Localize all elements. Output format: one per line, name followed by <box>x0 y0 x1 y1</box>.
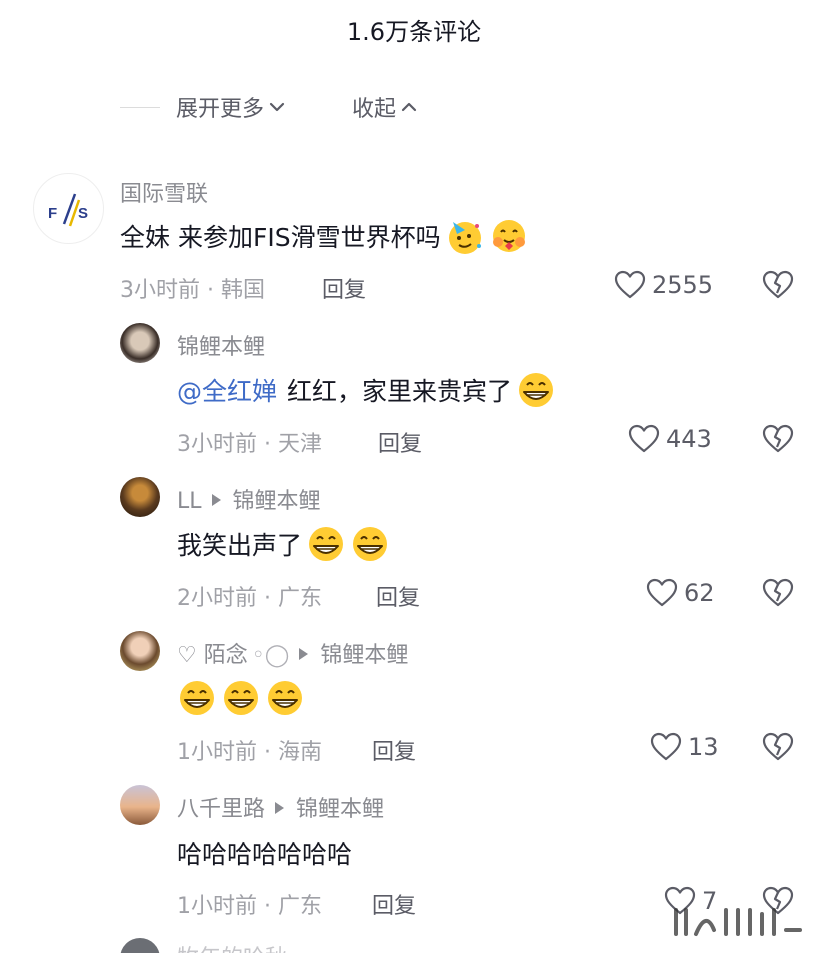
reply-username-row[interactable]: 八千里路 锦鲤本鲤 <box>177 791 384 823</box>
reply-arrow-icon <box>211 494 221 506</box>
like-count: 2555 <box>652 271 714 299</box>
reply-text-body: 哈哈哈哈哈哈哈 <box>177 840 353 869</box>
avatar-fis[interactable]: F S <box>33 173 104 244</box>
divider-line <box>120 106 160 108</box>
grin-emoji-icon <box>221 678 261 718</box>
grin-emoji-icon <box>350 524 390 564</box>
chevron-down-icon <box>269 102 285 112</box>
dislike-broken-heart-icon[interactable] <box>762 270 794 300</box>
chevron-up-icon <box>401 102 417 112</box>
hugging-face-emoji-icon <box>489 216 529 256</box>
like-count: 443 <box>666 425 712 453</box>
comment-username[interactable]: 国际雪联 <box>120 176 208 208</box>
heart-icon <box>650 732 682 761</box>
reply-arrow-icon <box>275 802 285 814</box>
svg-text:S: S <box>78 205 88 222</box>
grin-emoji-icon <box>516 370 556 410</box>
reply-text-body: 红红，家里来贵宾了 <box>287 377 513 406</box>
reply-username-row[interactable]: ♡ 陌念 ◦◯ 锦鲤本鲤 <box>177 637 408 669</box>
comment-time-location: 3小时前 · 韩国 <box>120 278 265 303</box>
reply-username: ♡ 陌念 <box>177 643 248 668</box>
dislike-broken-heart-icon[interactable] <box>762 732 794 762</box>
reply-time-location: 2小时前 · 广东 <box>177 586 322 611</box>
reply-text: 哈哈哈哈哈哈哈 <box>177 835 352 871</box>
reply-time-location: 1小时前 · 广东 <box>177 894 322 919</box>
reply-username: 八千里路 <box>177 797 266 822</box>
comments-count-title: 1.6万条评论 <box>346 18 482 46</box>
dislike-broken-heart-icon[interactable] <box>762 578 794 608</box>
like-count: 13 <box>688 733 719 761</box>
reply-username[interactable]: 锦鲤本鲤 <box>177 329 265 361</box>
heart-icon <box>646 578 678 607</box>
reply-time-location: 1小时前 · 海南 <box>177 740 322 765</box>
reply-button[interactable]: 回复 <box>322 272 366 304</box>
reply-username-row[interactable]: LL 锦鲤本鲤 <box>177 483 321 515</box>
like-button[interactable]: 443 <box>628 424 712 454</box>
comment-text: 全妹 来参加FIS滑雪世界杯吗 <box>120 216 529 256</box>
reply-button[interactable]: 回复 <box>372 734 416 766</box>
svg-text:F: F <box>48 205 57 222</box>
like-count: 62 <box>684 579 715 607</box>
reply-to-username: 锦鲤本鲤 <box>232 489 321 514</box>
heart-icon <box>628 424 660 453</box>
like-button[interactable]: 13 <box>650 732 719 762</box>
party-face-emoji-icon <box>445 216 485 256</box>
avatar[interactable] <box>120 477 160 517</box>
reply-text-body: 我笑出声了 <box>177 531 303 560</box>
avatar[interactable] <box>120 938 160 953</box>
collapse-label: 收起 <box>352 97 397 122</box>
decorative-swirl-icon: ◦◯ <box>251 643 290 668</box>
reply-to-username: 锦鲤本鲤 <box>320 643 409 668</box>
reply-username: LL <box>177 489 202 514</box>
reply-button[interactable]: 回复 <box>376 580 420 612</box>
grin-emoji-icon <box>177 678 217 718</box>
avatar[interactable] <box>120 785 160 825</box>
dislike-broken-heart-icon[interactable] <box>762 424 794 454</box>
grin-emoji-icon <box>265 678 305 718</box>
expand-more-button[interactable]: 展开更多 <box>176 91 286 123</box>
reply-button[interactable]: 回复 <box>378 426 422 458</box>
reply-button[interactable]: 回复 <box>372 888 416 920</box>
expand-more-label: 展开更多 <box>176 97 265 122</box>
watermark-icon <box>674 908 802 936</box>
reply-arrow-icon <box>299 648 309 660</box>
reply-username[interactable]: 牧年的哈秋 <box>177 940 287 953</box>
reply-to-username: 锦鲤本鲤 <box>296 797 385 822</box>
heart-icon <box>614 270 646 299</box>
reply-text <box>177 678 305 718</box>
avatar[interactable] <box>120 323 160 363</box>
like-button[interactable]: 2555 <box>614 270 713 300</box>
comment-text-body: 全妹 来参加FIS滑雪世界杯吗 <box>120 223 441 252</box>
avatar[interactable] <box>120 631 160 671</box>
thread-controls: 展开更多 收起 <box>120 92 418 122</box>
collapse-button[interactable]: 收起 <box>352 91 418 123</box>
mention-link[interactable]: @全红婵 <box>177 372 277 408</box>
fis-logo-icon: F S <box>48 193 88 227</box>
like-button[interactable]: 62 <box>646 578 715 608</box>
reply-text: 我笑出声了 <box>177 524 390 564</box>
reply-text: @全红婵 红红，家里来贵宾了 <box>177 370 556 410</box>
reply-time-location: 3小时前 · 天津 <box>177 432 322 457</box>
grin-emoji-icon <box>306 524 346 564</box>
